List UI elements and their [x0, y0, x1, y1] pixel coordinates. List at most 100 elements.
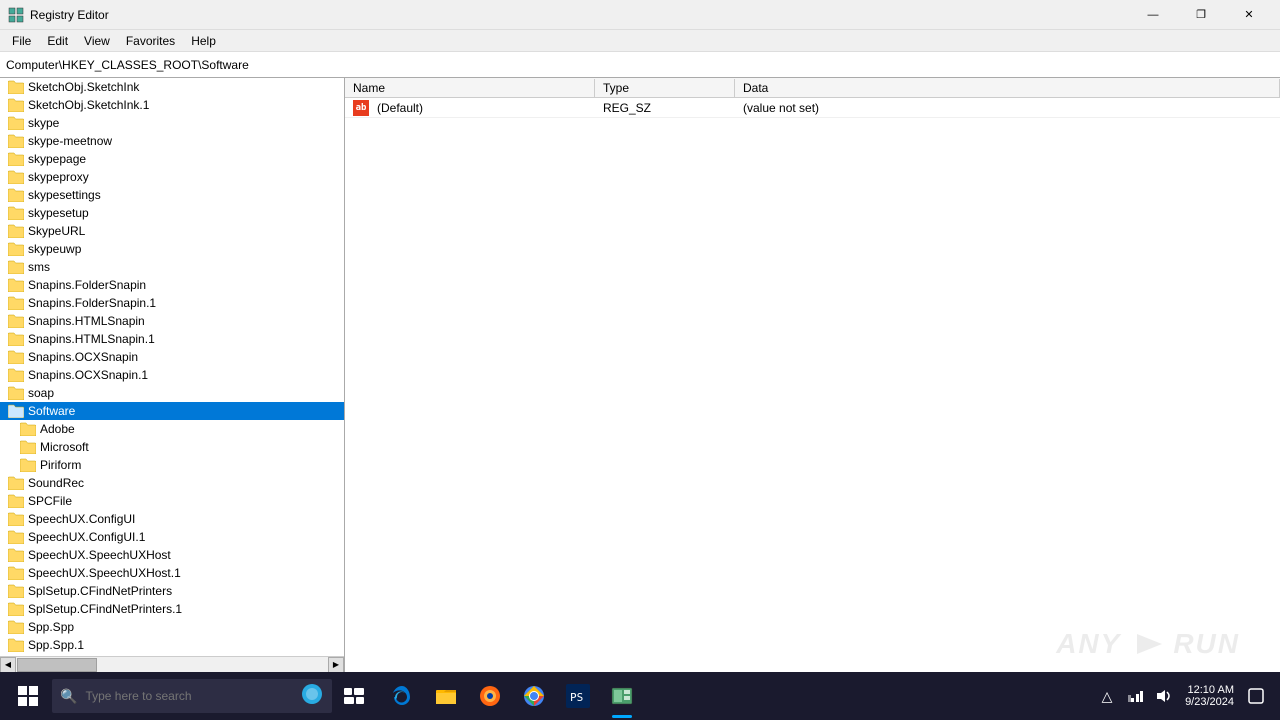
menu-item-edit[interactable]: Edit	[39, 32, 76, 50]
tree-item[interactable]: skypeproxy	[0, 168, 344, 186]
folder-icon	[8, 223, 24, 239]
taskbar: 🔍	[0, 672, 1280, 720]
tree-item[interactable]: Adobe	[0, 420, 344, 438]
tree-item[interactable]: Piriform	[0, 456, 344, 474]
tree-item[interactable]: Snapins.OCXSnapin	[0, 348, 344, 366]
folder-icon	[8, 565, 24, 581]
search-icon: 🔍	[60, 688, 77, 705]
data-column-header[interactable]: Data	[735, 79, 1280, 97]
tree-item[interactable]: sms	[0, 258, 344, 276]
tree-item-label: Snapins.OCXSnapin	[28, 350, 138, 364]
tree-item-label: SkypeURL	[28, 224, 85, 238]
system-tray: △ 12:10 AM 9/23/2024	[1095, 684, 1276, 708]
taskbar-firefox[interactable]	[468, 672, 512, 720]
tree-item[interactable]: SpeechUX.SpeechUXHost.1	[0, 564, 344, 582]
scroll-track	[16, 657, 328, 672]
taskbar-powershell[interactable]: PS	[556, 672, 600, 720]
type-column-header[interactable]: Type	[595, 79, 735, 97]
tree-item[interactable]: soap	[0, 384, 344, 402]
taskbar-file-explorer[interactable]	[424, 672, 468, 720]
start-button[interactable]	[4, 672, 52, 720]
tree-item[interactable]: Software	[0, 402, 344, 420]
scroll-left-button[interactable]: ◀	[0, 657, 16, 673]
system-clock[interactable]: 12:10 AM 9/23/2024	[1179, 684, 1240, 708]
cortana-icon	[300, 682, 324, 711]
tree-item[interactable]: SpeechUX.ConfigUI	[0, 510, 344, 528]
menu-item-help[interactable]: Help	[183, 32, 224, 50]
folder-icon	[8, 313, 24, 329]
tree-item[interactable]: Snapins.HTMLSnapin.1	[0, 330, 344, 348]
chevron-tray-icon[interactable]: △	[1095, 684, 1119, 708]
registry-type-cell: REG_SZ	[595, 99, 735, 117]
tree-item[interactable]: skypeuwp	[0, 240, 344, 258]
folder-icon	[8, 115, 24, 131]
folder-icon	[8, 295, 24, 311]
tree-item[interactable]: Spp.Spp	[0, 618, 344, 636]
tree-item-label: Snapins.HTMLSnapin.1	[28, 332, 155, 346]
registry-row[interactable]: ab(Default)REG_SZ(value not set)	[345, 98, 1280, 118]
tree-item[interactable]: SplSetup.CFindNetPrinters	[0, 582, 344, 600]
tree-scroll[interactable]: SketchObj.SketchInk SketchObj.SketchInk.…	[0, 78, 344, 656]
taskbar-active-app[interactable]	[600, 672, 644, 720]
close-button[interactable]: ✕	[1226, 0, 1272, 30]
volume-icon[interactable]	[1151, 684, 1175, 708]
folder-icon	[8, 493, 24, 509]
tree-item[interactable]: skypesettings	[0, 186, 344, 204]
tree-item-label: sms	[28, 260, 50, 274]
network-icon[interactable]	[1123, 684, 1147, 708]
taskbar-edge[interactable]	[380, 672, 424, 720]
tree-item[interactable]: skype-meetnow	[0, 132, 344, 150]
taskbar-search[interactable]: 🔍	[52, 679, 332, 713]
task-view-icon	[344, 688, 364, 704]
minimize-button[interactable]: —	[1130, 0, 1176, 30]
tree-item[interactable]: Spp.Spp.1	[0, 636, 344, 654]
tree-item[interactable]: SoundRec	[0, 474, 344, 492]
tree-item-label: SketchObj.SketchInk.1	[28, 98, 149, 112]
chrome-icon	[522, 684, 546, 708]
search-input[interactable]	[85, 689, 292, 703]
tree-item[interactable]: SPCFile	[0, 492, 344, 510]
tree-item[interactable]: Snapins.OCXSnapin.1	[0, 366, 344, 384]
scroll-right-button[interactable]: ▶	[328, 657, 344, 673]
tree-item[interactable]: Snapins.FolderSnapin	[0, 276, 344, 294]
tree-item[interactable]: skypepage	[0, 150, 344, 168]
tree-item[interactable]: skypesetup	[0, 204, 344, 222]
tree-item-label: skypesetup	[28, 206, 89, 220]
tree-item[interactable]: SpeechUX.SpeechUXHost	[0, 546, 344, 564]
restore-button[interactable]: ❐	[1178, 0, 1224, 30]
taskbar-chrome[interactable]	[512, 672, 556, 720]
pinned-apps: PS	[380, 672, 644, 720]
folder-icon	[8, 601, 24, 617]
menu-item-file[interactable]: File	[4, 32, 39, 50]
tree-item-label: SPCFile	[28, 494, 72, 508]
menu-item-favorites[interactable]: Favorites	[118, 32, 183, 50]
tree-item[interactable]: Snapins.HTMLSnapin	[0, 312, 344, 330]
folder-icon	[8, 97, 24, 113]
tree-item[interactable]: SkypeURL	[0, 222, 344, 240]
window-controls: — ❐ ✕	[1130, 0, 1272, 30]
tree-item[interactable]: Snapins.FolderSnapin.1	[0, 294, 344, 312]
active-app-icon	[610, 684, 634, 708]
horizontal-scrollbar[interactable]: ◀ ▶	[0, 656, 344, 672]
tree-item-label: Spp.Spp.1	[28, 638, 84, 652]
scroll-thumb[interactable]	[17, 658, 97, 672]
tree-item[interactable]: SketchObj.SketchInk.1	[0, 96, 344, 114]
folder-icon	[8, 277, 24, 293]
tree-item[interactable]: Microsoft	[0, 438, 344, 456]
folder-icon	[8, 259, 24, 275]
task-view-button[interactable]	[332, 672, 376, 720]
tree-item-label: skypeproxy	[28, 170, 89, 184]
tree-item[interactable]: SketchObj.SketchInk	[0, 78, 344, 96]
tree-item[interactable]: SpeechUX.ConfigUI.1	[0, 528, 344, 546]
name-column-header[interactable]: Name	[345, 79, 595, 97]
notification-button[interactable]	[1244, 684, 1268, 708]
menu-item-view[interactable]: View	[76, 32, 118, 50]
window-title: Registry Editor	[30, 8, 1130, 22]
tree-item-label: Microsoft	[40, 440, 89, 454]
svg-text:PS: PS	[570, 691, 583, 704]
tree-item-label: Adobe	[40, 422, 75, 436]
tree-item[interactable]: skype	[0, 114, 344, 132]
address-bar: Computer\HKEY_CLASSES_ROOT\Software	[0, 52, 1280, 78]
folder-icon	[8, 187, 24, 203]
tree-item[interactable]: SplSetup.CFindNetPrinters.1	[0, 600, 344, 618]
